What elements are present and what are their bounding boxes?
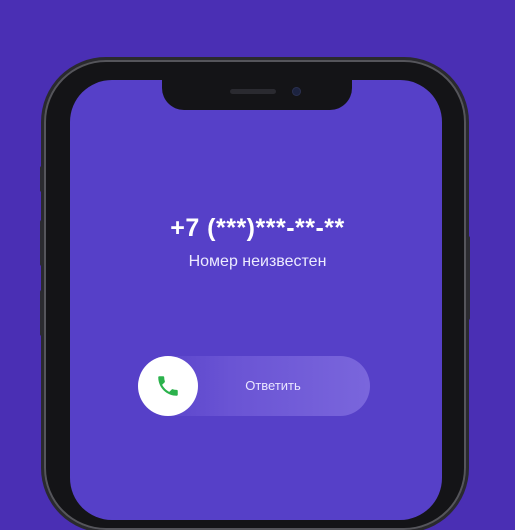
- answer-button[interactable]: [138, 356, 198, 416]
- phone-screen: [70, 80, 442, 520]
- mute-switch: [40, 166, 44, 192]
- answer-label: Ответить: [245, 378, 301, 393]
- phone-handset-icon: [158, 376, 178, 396]
- caller-status: Номер неизвестен: [188, 253, 327, 270]
- front-camera: [292, 87, 301, 96]
- notch: [162, 80, 352, 110]
- volume-down-button: [40, 290, 44, 336]
- side-button: [466, 236, 470, 320]
- earpiece-speaker: [230, 89, 276, 94]
- caller-number: +7 (***)***-**-**: [170, 214, 345, 242]
